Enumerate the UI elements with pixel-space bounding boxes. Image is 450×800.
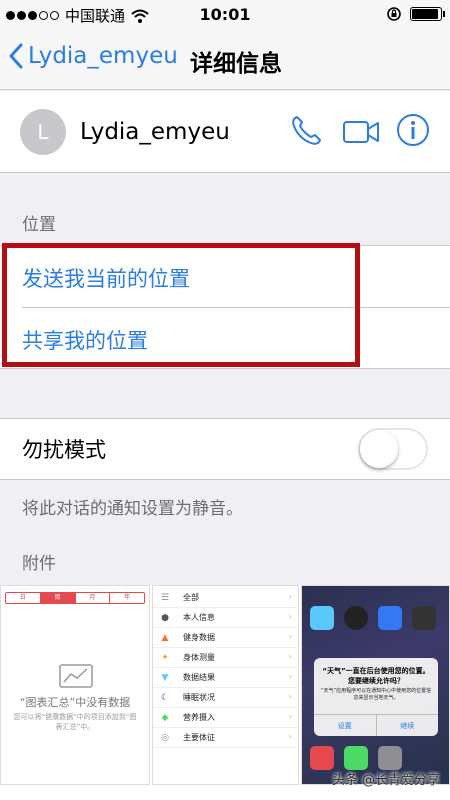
flask-icon: ▼ <box>161 673 169 683</box>
contact-name: Lydia_emyeu <box>80 119 230 145</box>
segment: 周 <box>40 593 76 603</box>
chevron-right-icon: › <box>288 692 292 701</box>
contact-card: L Lydia_emyeu <box>0 91 450 173</box>
attachment-thumbnail-health-summary[interactable]: 日 周 月 年 “图表汇总”中没有数据 您可以将“健康数据”中的项目添加到“图表… <box>0 585 150 785</box>
status-bar: 中国联通 10:01 <box>0 0 450 30</box>
rotation-lock-icon <box>387 7 401 21</box>
chevron-left-icon <box>9 43 23 69</box>
segment: 年 <box>124 594 131 601</box>
list-item-label: 本人信息 <box>183 613 215 622</box>
do-not-disturb-label: 勿扰模式 <box>22 438 106 462</box>
list-item: ☰ 全部 › <box>153 588 298 608</box>
alert-body: “天气”应用程序可以在通知中心中使用您的位置信息来显示当地天气。 <box>320 688 432 701</box>
list-icon: ☰ <box>160 593 170 603</box>
weather-app-icon <box>310 606 334 630</box>
segmented-control: 日 周 月 年 <box>5 592 145 604</box>
continue-button[interactable]: 继续 <box>377 715 439 736</box>
navigation-bar: Lydia_emyeu 详细信息 <box>0 30 450 90</box>
attachment-thumbnail-location-alert[interactable]: “天气”一直在后台使用您的位置。您要继续允许吗？ “天气”应用程序可以在通知中心… <box>301 585 450 785</box>
list-item: ● 本人信息 › <box>153 608 298 628</box>
page-title: 详细信息 <box>190 51 282 77</box>
calendar-app-icon <box>378 606 402 630</box>
chevron-right-icon: › <box>288 712 292 721</box>
location-group: 发送我当前的位置 共享我的位置 <box>0 245 450 369</box>
info-icon[interactable] <box>396 113 430 147</box>
chevron-right-icon: › <box>288 592 292 601</box>
list-item: ◆ 营养摄入 › <box>153 708 298 728</box>
battery-icon <box>410 7 445 21</box>
divider <box>22 307 450 308</box>
send-current-location-cell[interactable]: 发送我当前的位置 <box>22 263 190 293</box>
list-item-label: 睡眠状况 <box>183 693 215 702</box>
settings-button[interactable]: 设置 <box>314 715 377 736</box>
battery-fill <box>412 9 438 19</box>
clock-app-icon <box>344 606 368 630</box>
attachments-strip: 日 周 月 年 “图表汇总”中没有数据 您可以将“健康数据”中的项目添加到“图表… <box>0 585 450 800</box>
do-not-disturb-toggle[interactable] <box>358 428 428 470</box>
avatar[interactable]: L <box>20 109 66 155</box>
back-button[interactable]: Lydia_emyeu <box>8 42 178 70</box>
chevron-right-icon: › <box>288 732 292 741</box>
moon-icon: ☾ <box>160 693 170 703</box>
list-item-label: 数据结果 <box>183 673 215 682</box>
attachment-thumbnail-health-list[interactable]: ☰ 全部 › ● 本人信息 › ▲ 健身数据 › ✦ 身体测量 › ▼ 数据结果… <box>152 585 299 785</box>
segment: 月 <box>76 593 111 603</box>
facetime-app-icon <box>344 746 368 770</box>
chevron-right-icon: › <box>288 672 292 681</box>
location-header: 位置 <box>22 215 56 235</box>
phone-icon[interactable] <box>288 113 324 149</box>
list-item-label: 营养摄入 <box>183 713 215 722</box>
video-app-icon <box>412 606 436 630</box>
chart-empty-icon <box>59 664 93 688</box>
list-item: ✦ 身体测量 › <box>153 648 298 668</box>
clock: 10:01 <box>199 5 251 24</box>
back-label: Lydia_emyeu <box>28 43 178 69</box>
figure-icon: ✦ <box>161 653 169 663</box>
attachments-header: 附件 <box>22 554 56 574</box>
share-my-location-cell[interactable]: 共享我的位置 <box>22 325 148 355</box>
toggle-knob <box>360 430 398 468</box>
list-item: ☾ 睡眠状况 › <box>153 688 298 708</box>
settings-app-icon <box>378 746 402 770</box>
chevron-right-icon: › <box>288 612 292 621</box>
location-permission-alert: “天气”一直在后台使用您的位置。您要继续允许吗？ “天气”应用程序可以在通知中心… <box>314 658 438 736</box>
chevron-right-icon: › <box>288 652 292 661</box>
person-icon: ● <box>161 613 169 623</box>
list-item: ◎ 主要体征 › <box>153 728 298 748</box>
empty-title: “图表汇总”中没有数据 <box>19 696 131 709</box>
status-right <box>386 6 445 22</box>
chevron-right-icon: › <box>288 632 292 641</box>
list-item-label: 主要体征 <box>183 733 215 742</box>
stethoscope-icon: ◎ <box>161 733 169 743</box>
watermark: 头条 @长青爱分享 <box>331 773 440 788</box>
video-camera-icon[interactable] <box>342 119 380 145</box>
list-item-label: 全部 <box>183 593 199 602</box>
list-item-label: 健身数据 <box>183 633 215 642</box>
alert-buttons: 设置 继续 <box>314 714 438 736</box>
list-item: ▲ 健身数据 › <box>153 628 298 648</box>
segment: 日 <box>6 593 41 603</box>
carrot-icon: ◆ <box>161 713 169 723</box>
health-app-icon <box>310 746 334 770</box>
list-item-label: 身体测量 <box>183 653 215 662</box>
flame-icon: ▲ <box>161 633 169 643</box>
alert-title: “天气”一直在后台使用您的位置。您要继续允许吗？ <box>322 667 430 685</box>
do-not-disturb-note: 将此对话的通知设置为静音。 <box>22 499 243 519</box>
empty-description: 您可以将“健康数据”中的项目添加到“图表汇总”中。 <box>13 713 137 731</box>
list-item: ▼ 数据结果 › <box>153 668 298 688</box>
